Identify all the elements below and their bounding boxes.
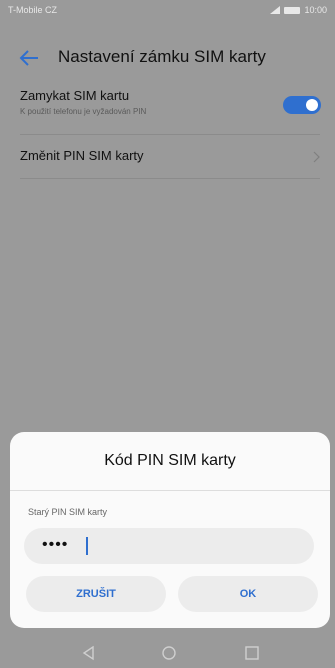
lock-sim-row[interactable]: Zamykat SIM kartu K použití telefonu je … bbox=[0, 86, 335, 130]
chevron-right-icon bbox=[313, 151, 320, 163]
pin-value: •••• bbox=[42, 536, 69, 553]
recent-square-icon[interactable] bbox=[244, 645, 260, 661]
clock: 10:00 bbox=[304, 5, 327, 15]
signal-icon bbox=[270, 6, 281, 14]
app-bar: Nastavení zámku SIM karty bbox=[0, 38, 335, 78]
carrier-name: T-Mobile CZ bbox=[8, 5, 58, 15]
cancel-button[interactable]: ZRUŠIT bbox=[26, 576, 166, 612]
navigation-bar bbox=[0, 636, 335, 668]
lock-sim-subtitle: K použití telefonu je vyžadován PIN bbox=[20, 107, 147, 116]
old-pin-label: Starý PIN SIM karty bbox=[28, 507, 108, 517]
text-cursor bbox=[86, 537, 88, 555]
ok-button[interactable]: OK bbox=[178, 576, 318, 612]
battery-icon bbox=[284, 6, 301, 14]
pin-input[interactable]: •••• bbox=[24, 528, 314, 564]
lock-sim-title: Zamykat SIM kartu bbox=[20, 88, 130, 103]
change-pin-row[interactable]: Změnit PIN SIM karty bbox=[0, 140, 335, 176]
change-pin-title: Změnit PIN SIM karty bbox=[20, 148, 144, 163]
pin-dialog: Kód PIN SIM karty Starý PIN SIM karty ••… bbox=[10, 432, 330, 628]
divider bbox=[20, 134, 320, 135]
divider bbox=[20, 178, 320, 179]
dialog-divider bbox=[10, 490, 330, 491]
status-icons: 10:00 bbox=[270, 5, 327, 15]
page-title: Nastavení zámku SIM karty bbox=[58, 47, 266, 66]
toggle-knob bbox=[306, 99, 318, 111]
dialog-title: Kód PIN SIM karty bbox=[104, 452, 236, 469]
back-triangle-icon[interactable] bbox=[81, 645, 97, 661]
home-circle-icon[interactable] bbox=[161, 645, 177, 661]
status-bar: T-Mobile CZ 10:00 bbox=[0, 0, 335, 20]
lock-sim-toggle[interactable] bbox=[283, 96, 321, 114]
back-arrow-icon[interactable] bbox=[18, 48, 40, 68]
